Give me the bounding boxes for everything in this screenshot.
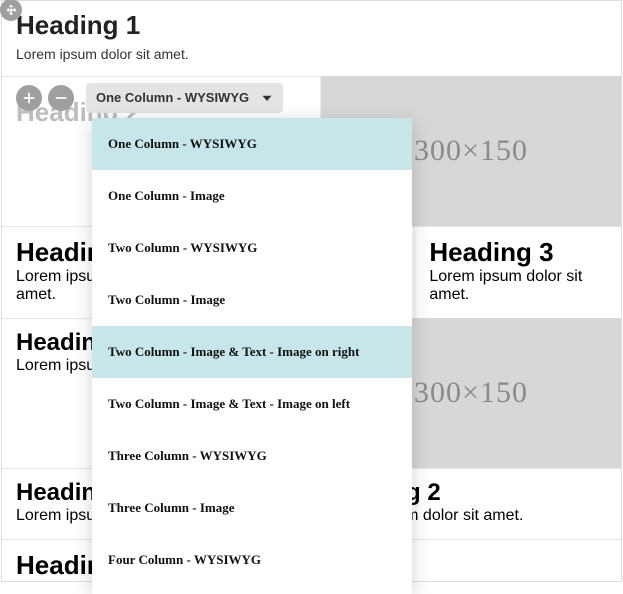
layout-dropdown: One Column - WYSIWYGOne Column - ImageTw… <box>92 118 412 594</box>
minus-icon <box>54 91 68 105</box>
layout-select-label: One Column - WYSIWYG <box>96 90 249 105</box>
body-text: Lorem ipsum dolor sit amet. <box>16 46 607 62</box>
chevron-down-icon <box>261 92 273 104</box>
drag-vertical-icon <box>5 4 17 16</box>
col-3: Heading 3 Lorem ipsum dolor sit amet. <box>414 227 621 318</box>
layout-option[interactable]: Three Column - WYSIWYG <box>92 430 412 482</box>
drag-handle[interactable] <box>0 0 22 21</box>
layout-option[interactable]: Two Column - Image & Text - Image on rig… <box>92 326 412 378</box>
remove-block-button[interactable] <box>48 85 74 111</box>
layout-option[interactable]: Two Column - Image <box>92 274 412 326</box>
layout-option[interactable]: Three Column - Image <box>92 482 412 534</box>
block-toolbar: One Column - WYSIWYG <box>16 83 283 113</box>
layout-option[interactable]: One Column - Image <box>92 170 412 222</box>
content-block-1: Heading 1 Lorem ipsum dolor sit amet. <box>2 1 621 77</box>
layout-option[interactable]: One Column - WYSIWYG <box>92 118 412 170</box>
heading: Heading 1 <box>16 11 607 40</box>
add-block-button[interactable] <box>16 85 42 111</box>
layout-option[interactable]: Two Column - Image & Text - Image on lef… <box>92 378 412 430</box>
heading: Heading 3 <box>429 237 607 268</box>
layout-select[interactable]: One Column - WYSIWYG <box>86 83 283 113</box>
layout-option[interactable]: Two Column - WYSIWYG <box>92 222 412 274</box>
plus-icon <box>22 91 36 105</box>
body-text: Lorem ipsum dolor sit amet. <box>429 268 607 304</box>
layout-option[interactable]: Four Column - WYSIWYG <box>92 534 412 586</box>
